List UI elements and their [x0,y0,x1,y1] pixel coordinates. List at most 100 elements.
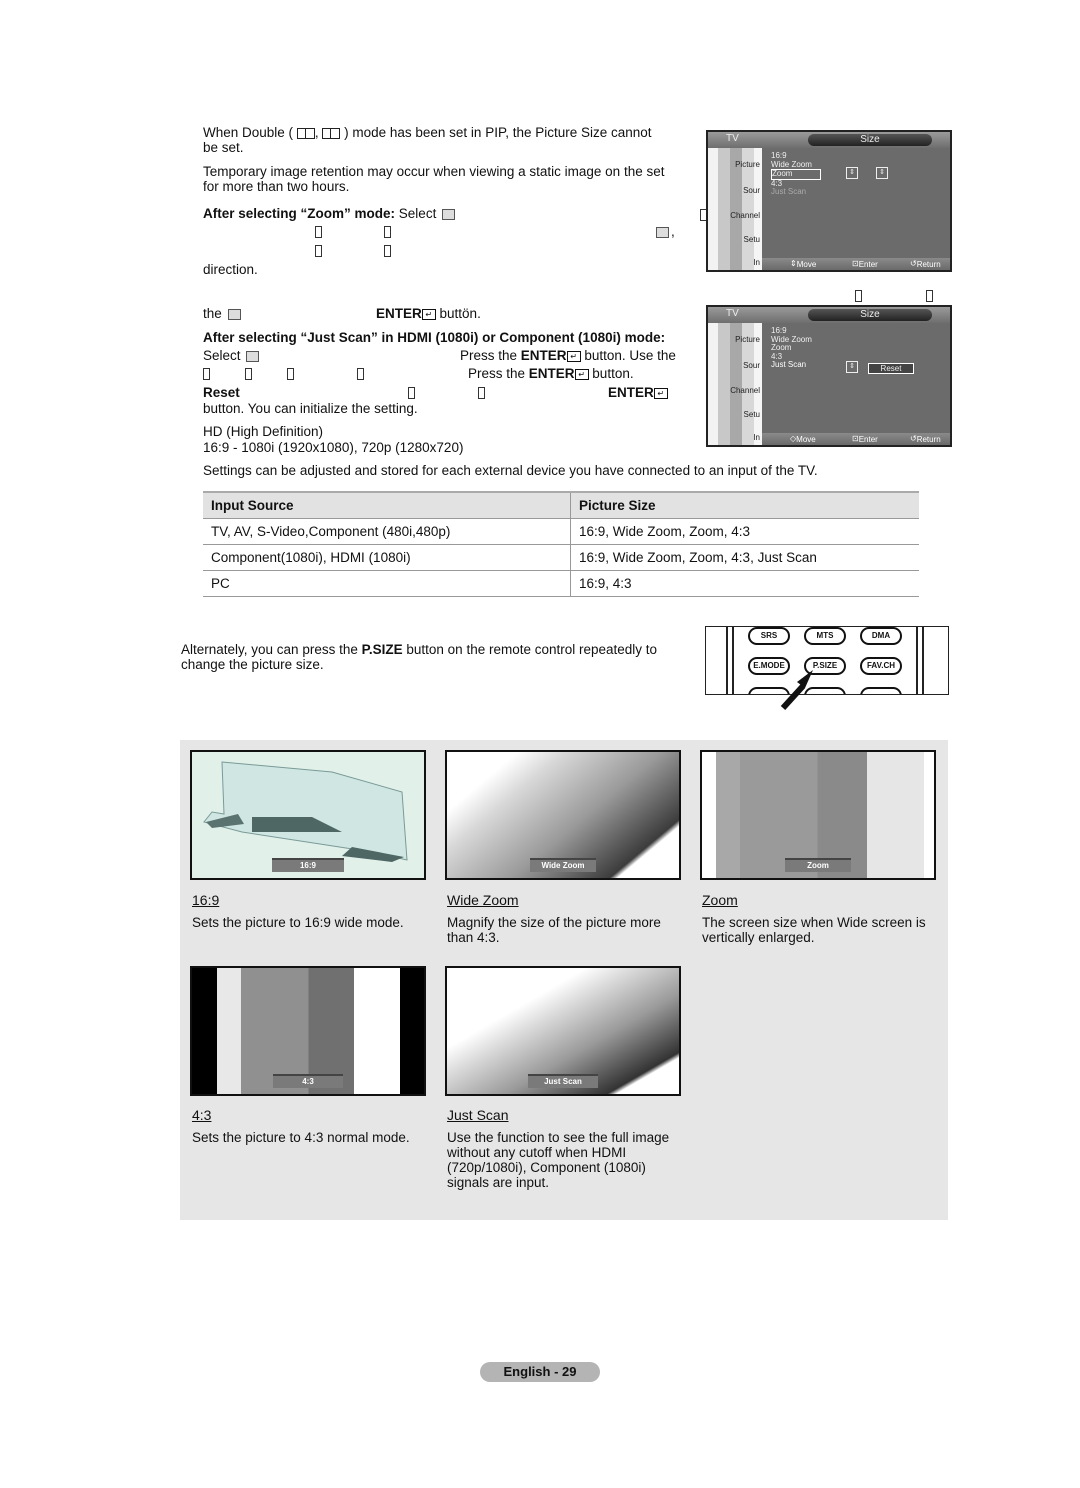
osd-item-selected[interactable]: Zoom [771,169,821,180]
missing-glyph-icon [203,366,210,381]
osd-side-item: Setu [743,235,760,244]
vertical-move-icon: , [654,224,675,239]
psize-text: change the picture size. [181,657,324,672]
pointer-arrow-icon [780,670,813,711]
gallery-desc: Use the function to see the full image w… [447,1130,670,1190]
psize-text: Alternately, you can press the [181,642,362,657]
position-icon: ⇕ [846,167,858,179]
psize-text: button on the remote control repeatedly … [402,642,658,657]
cell-picture-size: 16:9, 4:3 [570,570,919,597]
osd-size-list: 16:9 Wide Zoom Zoom 4:3 Just Scan [771,151,821,197]
enter-icon: ↵ [574,368,589,380]
psize-key: P.SIZE [361,642,403,657]
select-text: Select [398,206,437,221]
remote-ffwd-button[interactable] [860,687,902,694]
preview-zoom: Zoom [700,750,936,880]
osd-item-selected[interactable]: Just Scan [771,360,812,370]
size-icon: ⇕ [876,167,888,179]
osd-side-item: Channel [730,211,760,220]
osd-side-item: Channel [730,386,760,395]
return-hint: Return [916,435,941,444]
header-picture-size: Picture Size [570,491,919,519]
input-source-table: Input Source Picture Size TV, AV, S-Vide… [203,491,919,597]
note-text: be set. [203,140,244,155]
reset-button[interactable]: Reset [868,363,914,374]
just-scan-select: Select [203,348,261,363]
position-icon [246,350,260,362]
enter-label: ENTER [376,306,422,321]
missing-glyph-icon [478,385,485,400]
preview-wide-zoom: Wide Zoom [445,750,681,880]
osd-item[interactable]: Wide Zoom [771,160,821,170]
remote-favch-button[interactable]: FAV.CH [860,657,902,675]
double-pip-icon-alt [322,127,341,139]
remote-srs-button[interactable]: SRS [748,627,790,645]
gallery-title: 4:3 [192,1107,212,1123]
direction-text: direction. [203,262,258,277]
missing-glyph-icon [855,288,862,303]
just-scan-press-enter-2: Press the ENTER ↵ button. [468,366,634,381]
return-hint: Return [916,260,941,269]
preview-label: Wide Zoom [530,858,596,872]
enter-icon: ↵ [421,308,436,320]
zoom-enter-button-text: ENTER ↵ buttön. [376,306,481,321]
preview-label: 16:9 [272,858,344,872]
osd-side-menu: Picture Sour Channel Setu In [708,148,762,270]
button-text: buttön. [439,306,481,321]
press-text: Press the [468,366,529,381]
osd-side-item: Sour [743,361,760,370]
the-text: the [498,348,521,363]
osd-tv-label: TV [726,133,739,144]
osd-title: Size [808,134,932,146]
missing-glyph-icon [315,224,322,239]
table-row: Component(1080i), HDMI (1080i) 16:9, Wid… [203,544,919,571]
note-text: , [314,125,319,140]
enter-label: ENTER [608,385,654,400]
gallery-desc: Sets the picture to 4:3 normal mode. [192,1130,410,1145]
reset-label: Reset [203,385,240,400]
settings-note: Settings can be adjusted and stored for … [203,463,818,478]
gallery-title: Zoom [702,892,738,908]
missing-glyph-icon [287,366,294,381]
enter-label: ENTER [528,366,575,381]
header-input-source: Input Source [203,491,571,519]
init-text: button. You can initialize the setting. [203,401,418,416]
missing-glyph-icon [384,243,391,258]
note-text: ) mode has been set in PIP, the Picture … [344,125,652,140]
osd-side-item: Picture [735,335,760,344]
double-pip-icon [296,127,315,139]
enter-icon: ↵ [653,387,668,399]
osd-size-list: 16:9 Wide Zoom Zoom 4:3 Just Scan [771,326,812,370]
preview-4-3: 4:3 [190,966,426,1096]
remote-control-illustration: SRS MTS DMA E.MODE P.SIZE FAV.CH [705,626,949,695]
move-hint: Move [796,260,817,269]
zoom-section: After selecting “Zoom” mode: Select [203,206,693,221]
missing-glyph-icon [926,288,933,303]
press-text: Press [460,348,499,363]
psize-note: Alternately, you can press the P.SIZE bu… [181,642,691,672]
missing-glyph-icon [315,243,322,258]
missing-glyph-icon [408,385,415,400]
table-header-row: Input Source Picture Size [203,491,919,519]
table-row: PC 16:9, 4:3 [203,570,919,597]
picture-size-gallery: 16:9 16:9 Sets the picture to 16:9 wide … [180,740,948,1220]
cell-picture-size: 16:9, Wide Zoom, Zoom, 4:3, Just Scan [570,544,919,571]
remote-dma-button[interactable]: DMA [860,627,902,645]
osd-side-item: Sour [743,186,760,195]
osd-item-disabled: Just Scan [771,187,807,196]
note-double-mode: When Double ( , ) mode has been set in P… [203,125,693,155]
osd-side-item: Setu [743,410,760,419]
osd-bottombar: ◇ Move ⊡ Enter ↺ Return [762,433,950,445]
button-text: button. [588,366,634,381]
table-row: TV, AV, S-Video,Component (480i,480p) 16… [203,518,919,545]
position-icon: ⇕ [846,361,858,373]
cell-input-source: Component(1080i), HDMI (1080i) [203,544,571,571]
remote-mts-button[interactable]: MTS [804,627,846,645]
note-text: When Double ( [203,125,294,140]
select-text: Select [203,348,241,363]
the-text: the [203,306,222,321]
note-retention: Temporary image retention may occur when… [203,164,693,194]
just-scan-heading: After selecting “Just Scan” in HDMI (108… [203,330,666,345]
reset-enter: ENTER ↵ [608,385,668,400]
gallery-title: Just Scan [447,1107,509,1123]
